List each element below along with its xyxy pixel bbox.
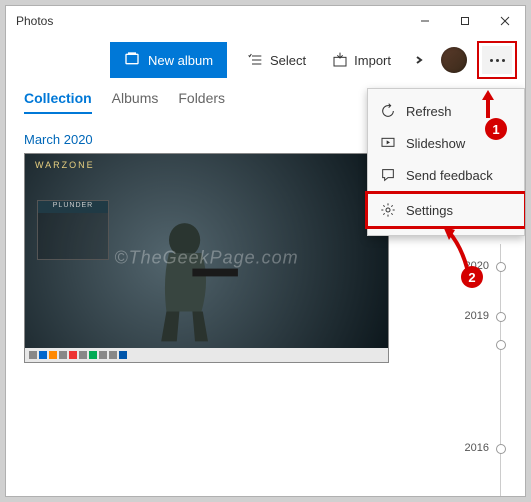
window-title: Photos [16,14,53,28]
timeline-dot-2016[interactable] [496,444,506,454]
more-menu: Refresh Slideshow Send feedback Settings [367,88,525,236]
select-button[interactable]: Select [238,42,316,78]
slideshow-icon [380,135,396,151]
import-icon [332,52,348,68]
callout-box-1 [477,41,517,79]
arrow-1 [477,90,499,120]
thumb-mode-box: PLUNDER [37,200,109,260]
user-avatar[interactable] [441,47,467,73]
refresh-icon [380,103,396,119]
import-button[interactable]: Import [322,42,401,78]
menu-slideshow-label: Slideshow [406,136,465,151]
photo-thumbnail[interactable]: WARZONE PLUNDER ©TheGeekPage.com [24,153,389,363]
new-album-button[interactable]: New album [110,42,227,78]
minimize-button[interactable] [405,6,445,36]
close-button[interactable] [485,6,525,36]
timeline-line [500,244,501,496]
window-controls [405,6,525,36]
tab-collection[interactable]: Collection [24,90,92,114]
select-icon [248,52,264,68]
new-album-label: New album [148,53,213,68]
overflow-chevron[interactable] [407,55,431,65]
tab-albums[interactable]: Albums [112,90,159,114]
timeline[interactable]: 2020 2019 2016 [481,244,511,496]
timeline-label-2019: 2019 [465,310,489,322]
maximize-button[interactable] [445,6,485,36]
arrow-2 [439,224,479,270]
album-icon [124,51,140,70]
gear-icon [380,202,396,218]
timeline-dot-mid[interactable] [496,340,506,350]
timeline-label-2016: 2016 [465,442,489,454]
photos-window: Photos New album Select Import Co [5,5,526,497]
menu-settings-label: Settings [406,203,453,218]
feedback-icon [380,167,396,183]
ellipsis-icon [490,59,505,62]
thumb-mode-label: PLUNDER [38,202,108,209]
thumb-title: WARZONE [35,160,95,170]
toolbar: New album Select Import [6,36,525,84]
more-button[interactable] [482,46,512,74]
thumb-taskbar [25,348,388,362]
watermark: ©TheGeekPage.com [114,248,298,269]
timeline-dot-2020[interactable] [496,262,506,272]
callout-2: 2 [461,266,483,288]
import-label: Import [354,53,391,68]
select-label: Select [270,53,306,68]
menu-feedback[interactable]: Send feedback [368,159,524,191]
menu-refresh-label: Refresh [406,104,452,119]
titlebar: Photos [6,6,525,36]
soldier-figure [130,214,260,344]
menu-feedback-label: Send feedback [406,168,493,183]
callout-1: 1 [485,118,507,140]
tab-folders[interactable]: Folders [178,90,225,114]
timeline-dot-2019[interactable] [496,312,506,322]
